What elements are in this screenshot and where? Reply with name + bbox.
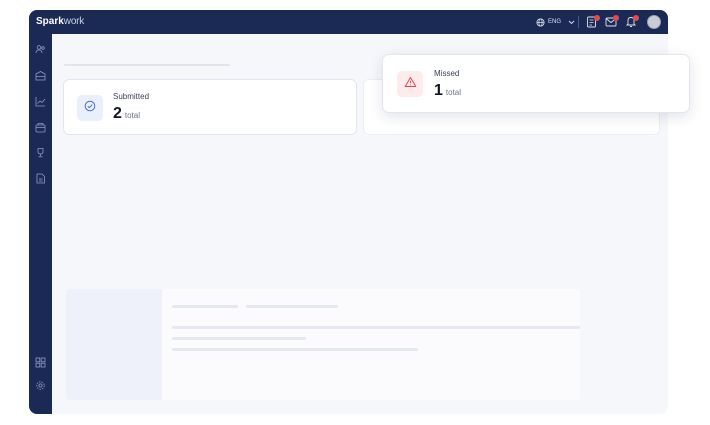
- tasks-button[interactable]: [586, 15, 600, 29]
- topbar-divider: [578, 16, 579, 28]
- skeleton-line: [172, 326, 580, 329]
- sidebar-item-documents[interactable]: [35, 173, 46, 184]
- loading-skeleton: [64, 64, 230, 66]
- notifications-button[interactable]: [625, 15, 639, 29]
- missed-unit: total: [445, 88, 462, 97]
- trophy-icon: [35, 147, 46, 158]
- submitted-card[interactable]: Submitted 2 total: [63, 79, 357, 135]
- grid-icon: [35, 357, 46, 368]
- language-selector[interactable]: ENG: [536, 16, 575, 28]
- brand-logo[interactable]: Sparkwork: [36, 16, 84, 28]
- sidebar-item-performance[interactable]: [35, 147, 46, 158]
- sidebar-item-people[interactable]: [35, 44, 46, 55]
- users-icon: [35, 44, 46, 55]
- sidebar-item-settings[interactable]: [35, 380, 46, 391]
- top-bar: Sparkwork ENG: [29, 10, 668, 34]
- chart-icon: [35, 96, 46, 107]
- skeleton-line: [172, 305, 238, 308]
- table-skeleton: [66, 289, 580, 400]
- submitted-icon-box: [77, 95, 103, 121]
- missed-value: 1: [434, 82, 443, 99]
- gear-icon: [35, 380, 46, 391]
- notification-dot: [594, 15, 600, 21]
- warning-triangle-icon: [404, 75, 417, 93]
- language-label: ENG: [548, 19, 562, 25]
- chevron-down-icon: [568, 20, 575, 25]
- skeleton-line: [172, 348, 418, 351]
- avatar[interactable]: [647, 15, 661, 29]
- missed-title: Missed: [434, 69, 460, 78]
- sidebar-item-organization[interactable]: [35, 70, 46, 81]
- document-icon: [35, 173, 46, 184]
- sidebar: [29, 34, 52, 414]
- submitted-value-group: 2 total: [113, 106, 140, 122]
- missed-icon-box: [397, 71, 423, 97]
- missed-value-group: 1 total: [434, 83, 461, 99]
- globe-icon: [536, 17, 545, 27]
- building-icon: [35, 70, 46, 81]
- sidebar-item-payroll[interactable]: [35, 122, 46, 133]
- submitted-title: Submitted: [113, 92, 150, 101]
- skeleton-line: [172, 337, 306, 340]
- sidebar-item-apps[interactable]: [35, 357, 46, 368]
- brand-name-light: work: [63, 16, 85, 27]
- submitted-unit: total: [124, 111, 141, 120]
- notification-dot: [633, 15, 639, 21]
- check-circle-icon: [84, 99, 96, 117]
- brand-name-strong: Spark: [36, 16, 64, 27]
- sidebar-item-reports[interactable]: [35, 96, 46, 107]
- table-skeleton-side: [66, 289, 162, 400]
- notification-dot: [613, 15, 619, 21]
- skeleton-line: [246, 305, 338, 308]
- wallet-icon: [35, 122, 46, 133]
- missed-card[interactable]: Missed 1 total: [382, 54, 690, 113]
- messages-button[interactable]: [605, 15, 619, 29]
- submitted-value: 2: [113, 105, 122, 122]
